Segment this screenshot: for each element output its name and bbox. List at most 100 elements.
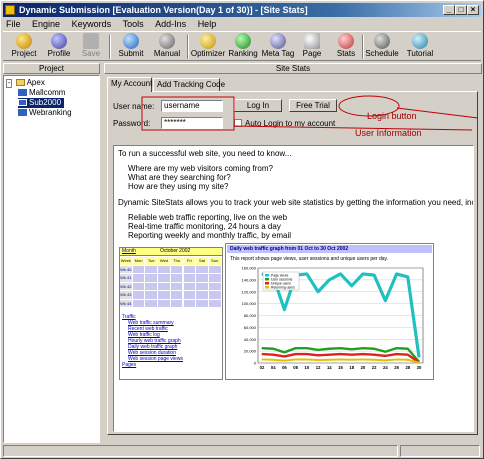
tree-item-mallcomm[interactable]: Mallcomm — [18, 88, 65, 98]
data-point — [283, 308, 286, 311]
data-point — [261, 273, 263, 275]
data-point — [395, 273, 398, 275]
calendar-day-cell — [208, 282, 221, 290]
manual-button[interactable]: Manual — [149, 33, 185, 61]
calendar-day-cell — [183, 265, 196, 273]
calendar-day-header: Thu — [170, 257, 183, 265]
data-point — [362, 358, 364, 361]
traffic-menu: Traffic Web traffic summary Recent web tr… — [122, 314, 220, 380]
data-point — [418, 362, 420, 364]
data-point — [295, 347, 297, 349]
data-point — [351, 354, 353, 356]
menu-tools[interactable]: Tools — [120, 19, 144, 29]
info-question: Where are my web visitors coming from? — [128, 164, 273, 173]
info-pitch: Dynamic SiteStats allows you to track yo… — [118, 198, 474, 207]
project-tree[interactable]: - Apex Mallcomm Sub2000 Webranking — [3, 75, 100, 443]
chart-title: Daily web traffic graph from 01 Oct to 3… — [227, 245, 432, 253]
y-tick-label: 80,000 — [244, 313, 257, 318]
chart-subtitle: This report shows page views, user sessi… — [230, 256, 389, 262]
submit-icon — [123, 33, 139, 49]
schedule-button[interactable]: Schedule — [365, 33, 399, 61]
toolbar: Project Profile Save Submit Manual Optim… — [3, 31, 481, 61]
menu-help[interactable]: Help — [195, 19, 217, 29]
calendar-day-cell — [158, 274, 170, 282]
tree-item-label: Mallcomm — [29, 88, 66, 97]
page-button[interactable]: Page — [299, 33, 325, 61]
maximize-button[interactable]: □ — [455, 5, 467, 15]
data-point — [306, 347, 308, 349]
menu-file[interactable]: File — [3, 19, 21, 29]
calendar-day-cell — [208, 274, 221, 282]
collapse-icon[interactable]: - — [6, 79, 13, 88]
legend-swatch — [265, 278, 269, 281]
optimizer-icon — [200, 33, 216, 49]
data-point — [384, 359, 386, 361]
data-point — [317, 349, 319, 351]
calendar-day-cell — [196, 282, 208, 290]
data-point — [362, 347, 364, 349]
info-feature: Reporting weekly and monthly traffic, by… — [128, 231, 292, 240]
calendar-week-link[interactable]: Wk 41 — [120, 274, 132, 282]
password-field[interactable]: ******* — [161, 117, 223, 129]
data-point — [339, 273, 342, 275]
calendar-day-cell — [158, 291, 170, 299]
calendar-day-cell — [132, 265, 145, 273]
profile-button[interactable]: Profile — [43, 33, 75, 61]
data-point — [272, 354, 274, 356]
x-tick-label: 16 — [338, 365, 343, 370]
stats-button[interactable]: Stats — [333, 33, 359, 61]
y-tick-label: 20,000 — [244, 349, 257, 354]
ranking-button[interactable]: Ranking — [227, 33, 259, 61]
calendar-day-cell — [145, 299, 158, 307]
traffic-menu-list: Web traffic summary Recent web traffic Web… — [122, 320, 220, 362]
calendar-week-link[interactable]: Wk 42 — [120, 282, 132, 290]
menu-engine[interactable]: Engine — [29, 19, 60, 29]
calendar-day-cell — [183, 274, 196, 282]
status-bar — [3, 445, 481, 457]
calendar-month-link[interactable]: Month — [122, 248, 136, 254]
calendar-week-link[interactable]: Wk 44 — [120, 299, 132, 307]
optimizer-button[interactable]: Optimizer — [190, 33, 226, 61]
calendar-week-link[interactable]: Wk 43 — [120, 291, 132, 299]
data-point — [283, 351, 286, 353]
x-tick-label: 12 — [316, 365, 321, 370]
username-field[interactable]: username — [161, 100, 223, 112]
calendar-day-cell — [196, 291, 208, 299]
x-tick-label: 04 — [271, 365, 276, 370]
data-point — [384, 355, 386, 357]
calendar-day-header: Mon — [132, 257, 145, 265]
calendar-day-cell — [183, 299, 196, 307]
data-point — [306, 358, 308, 361]
calendar-day-cell — [183, 282, 196, 290]
menu-keywords[interactable]: Keywords — [69, 19, 112, 29]
schedule-label: Schedule — [365, 49, 399, 58]
submit-button[interactable]: Submit — [115, 33, 147, 61]
tab-add-tracking-code[interactable]: Add Tracking Code — [153, 78, 225, 91]
y-tick-label: 120,000 — [242, 289, 257, 294]
calendar-day-cell — [208, 299, 221, 307]
tab-my-account[interactable]: My Account — [107, 77, 152, 92]
calendar-week-link[interactable]: Wk 40 — [120, 265, 132, 273]
project-button[interactable]: Project — [7, 33, 41, 61]
toolbar-separator — [362, 35, 364, 59]
data-point — [373, 274, 375, 276]
close-button[interactable]: × — [467, 5, 479, 15]
tutorial-button[interactable]: Tutorial — [403, 33, 437, 61]
y-tick-label: 60,000 — [244, 325, 257, 330]
tree-item-webranking[interactable]: Webranking — [18, 108, 72, 118]
minimize-button[interactable]: _ — [443, 5, 455, 15]
save-button[interactable]: Save — [77, 33, 105, 61]
tree-item-sub2000[interactable]: Sub2000 — [18, 98, 65, 108]
data-point — [373, 354, 375, 356]
menu-addins[interactable]: Add-Ins — [152, 19, 186, 29]
calendar-day-cell — [145, 265, 158, 273]
x-tick-label: 06 — [282, 365, 287, 370]
pages-link[interactable]: Pages — [122, 362, 220, 368]
meta-tag-button[interactable]: Meta Tag — [260, 33, 296, 61]
data-point — [272, 359, 274, 361]
meta-tag-icon — [270, 33, 286, 49]
data-point — [295, 353, 297, 355]
data-point — [317, 291, 319, 293]
data-point — [317, 354, 319, 356]
site-stats-header: Site Stats — [104, 63, 482, 74]
